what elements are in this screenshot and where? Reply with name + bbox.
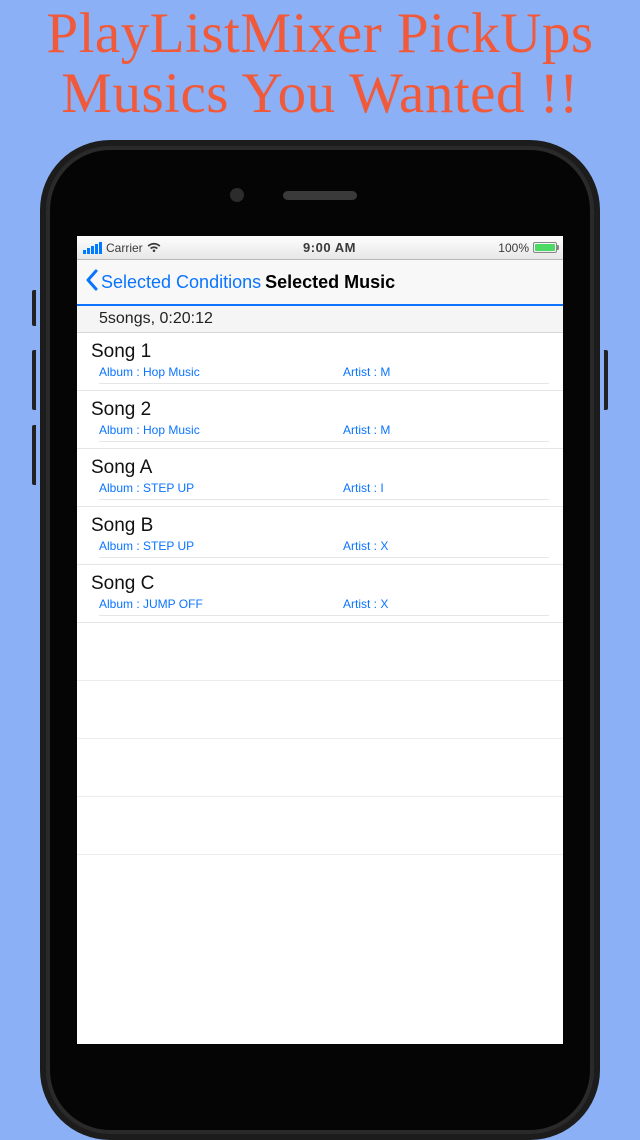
- front-camera: [230, 188, 244, 202]
- song-album: Album : STEP UP: [99, 481, 343, 495]
- empty-row: [77, 797, 563, 855]
- nav-header: Selected Conditions Selected Music: [77, 260, 563, 306]
- mute-switch: [32, 290, 36, 326]
- song-artist: Artist : X: [343, 539, 549, 553]
- song-title: Song C: [91, 573, 549, 595]
- list-item[interactable]: Song 2 Album : Hop MusicArtist : M: [77, 391, 563, 449]
- list-item[interactable]: Song B Album : STEP UPArtist : X: [77, 507, 563, 565]
- status-bar: Carrier 9:00 AM 100%: [77, 236, 563, 260]
- wifi-icon: [147, 242, 161, 254]
- carrier-label: Carrier: [106, 241, 143, 255]
- song-title: Song A: [91, 457, 549, 479]
- clock: 9:00 AM: [303, 240, 356, 255]
- back-label: Selected Conditions: [101, 272, 261, 293]
- empty-row: [77, 681, 563, 739]
- back-button[interactable]: Selected Conditions: [85, 269, 261, 296]
- battery-icon: [533, 242, 557, 253]
- battery-percent: 100%: [498, 241, 529, 255]
- promo-line1: PlayListMixer PickUps: [46, 2, 593, 65]
- empty-row: [77, 739, 563, 797]
- song-artist: Artist : X: [343, 597, 549, 611]
- volume-down-button: [32, 425, 36, 485]
- song-list[interactable]: Song 1Album : Hop MusicArtist : MSong 2A…: [77, 333, 563, 855]
- song-artist: Artist : M: [343, 423, 549, 437]
- promo-headline: PlayListMixer PickUps Musics You Wanted …: [0, 0, 640, 124]
- promo-line2: Musics You Wanted !!: [61, 62, 578, 125]
- screen: Carrier 9:00 AM 100% Selected Conditions: [77, 236, 563, 1044]
- list-item[interactable]: Song C Album : JUMP OFFArtist : X: [77, 565, 563, 623]
- song-album: Album : JUMP OFF: [99, 597, 343, 611]
- song-title: Song 2: [91, 399, 549, 421]
- list-item[interactable]: Song A Album : STEP UPArtist : I: [77, 449, 563, 507]
- song-artist: Artist : I: [343, 481, 549, 495]
- chevron-left-icon: [85, 269, 99, 296]
- song-artist: Artist : M: [343, 365, 549, 379]
- page-title: Selected Music: [265, 272, 395, 292]
- list-item[interactable]: Song 1 Album : Hop MusicArtist : M: [77, 333, 563, 391]
- song-album: Album : Hop Music: [99, 423, 343, 437]
- phone-frame: Carrier 9:00 AM 100% Selected Conditions: [40, 140, 600, 1140]
- song-title: Song B: [91, 515, 549, 537]
- volume-up-button: [32, 350, 36, 410]
- song-album: Album : STEP UP: [99, 539, 343, 553]
- song-album: Album : Hop Music: [99, 365, 343, 379]
- power-button: [604, 350, 608, 410]
- summary-bar: 5songs, 0:20:12: [77, 306, 563, 333]
- signal-icon: [83, 242, 102, 254]
- empty-row: [77, 623, 563, 681]
- ear-speaker: [283, 191, 357, 200]
- song-title: Song 1: [91, 341, 549, 363]
